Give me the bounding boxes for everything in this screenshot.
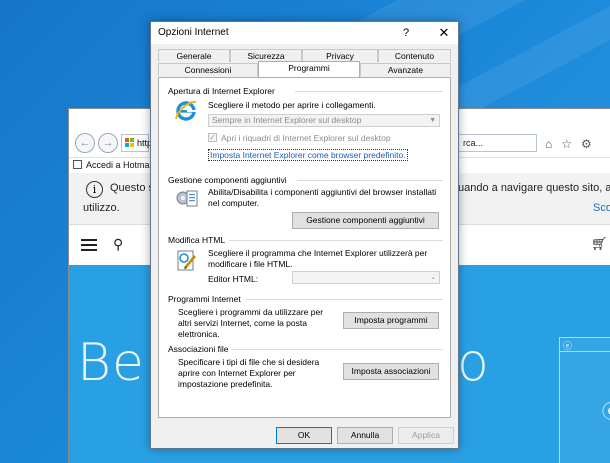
addons-description-line2: nel computer. — [208, 198, 260, 208]
search-box[interactable]: rca... — [457, 134, 537, 152]
tab-contenuto[interactable]: Contenuto — [378, 49, 451, 62]
group-divider — [232, 349, 443, 350]
group-divider — [229, 240, 443, 241]
illustration-window-bar: ⓔ — [560, 338, 610, 352]
html-editor-icon — [174, 248, 198, 272]
html-edit-description-line2: modificare i file HTML. — [208, 259, 293, 269]
info-icon: i — [86, 181, 103, 198]
home-icon[interactable]: ⌂ — [545, 137, 561, 151]
group-title-internet-programs: Programmi Internet — [168, 294, 241, 304]
addons-description-line1: Abilita/Disabilita i componenti aggiunti… — [208, 187, 437, 197]
programmi-tab-panel: Apertura di Internet Explorer Scegliere … — [158, 77, 451, 418]
file-assoc-description-line1: Specificare i tipi di file che si deside… — [178, 357, 320, 367]
internet-programs-description-line2: altri servizi Internet, come la posta — [178, 318, 307, 328]
back-icon[interactable]: ← — [75, 133, 95, 153]
chevron-down-icon: ⌄ — [430, 274, 436, 281]
cancel-button[interactable]: Annulla — [337, 427, 393, 444]
html-editor-select[interactable]: ⌄ — [292, 271, 440, 284]
search-icon[interactable]: ⚲ — [113, 236, 123, 253]
open-tiles-checkbox-label: Apri i riquadri di Internet Explorer sul… — [221, 133, 391, 143]
ie-logo-icon: ⓔ — [563, 341, 573, 351]
group-title-open-ie: Apertura di Internet Explorer — [168, 86, 275, 96]
notice-text-right: uando a navigare questo sito, acce — [458, 182, 610, 194]
dialog-title-bar[interactable]: Opzioni Internet ? ✕ — [151, 22, 458, 44]
group-divider — [297, 180, 443, 181]
open-ie-description: Scegliere il metodo per aprire i collega… — [208, 100, 376, 110]
internet-explorer-icon — [174, 99, 198, 123]
notice-learn-more-link[interactable]: Scop — [593, 202, 610, 214]
cart-icon[interactable]: 🛒︎ — [591, 236, 608, 252]
address-bar[interactable]: http — [121, 134, 152, 152]
tab-avanzate[interactable]: Avanzate — [360, 63, 451, 76]
set-default-browser-link[interactable]: Imposta Internet Explorer come browser p… — [208, 149, 408, 161]
notice-text-line2: utilizzo. — [83, 202, 120, 214]
chevron-down-icon: ▼ — [429, 117, 436, 124]
gear-icon[interactable]: ⚙ — [581, 137, 601, 151]
dialog-title: Opzioni Internet — [158, 27, 229, 38]
file-assoc-description-line2: aprire con Internet Explorer per — [178, 368, 296, 378]
internet-programs-description-line3: elettronica. — [178, 329, 220, 339]
forward-icon[interactable]: → — [98, 133, 118, 153]
open-tiles-checkbox[interactable]: ✓ — [208, 133, 217, 142]
hamburger-menu-icon[interactable] — [81, 239, 97, 251]
illustration-icon: ⓔ — [602, 398, 610, 424]
group-title-file-associations: Associazioni file — [168, 344, 229, 354]
manage-addons-button[interactable]: Gestione componenti aggiuntivi — [292, 212, 439, 229]
open-links-select[interactable]: Sempre in Internet Explorer sul desktop … — [208, 114, 440, 127]
apply-button[interactable]: Applica — [398, 427, 454, 444]
group-title-addons: Gestione componenti aggiuntivi — [168, 175, 287, 185]
group-title-html-edit: Modifica HTML — [168, 235, 226, 245]
close-button[interactable]: ✕ — [429, 22, 459, 44]
ie-toolbar-icons: ⌂☆⚙ — [545, 137, 601, 151]
favorites-item[interactable]: Accedi a Hotma — [73, 160, 150, 170]
file-assoc-description-line3: impostazione predefinita. — [178, 379, 273, 389]
illustration-window: ⓔ ⓔ — [559, 337, 610, 463]
favorites-item-label: Accedi a Hotma — [86, 160, 150, 170]
html-edit-description-line1: Scegliere il programma che Internet Expl… — [208, 248, 428, 258]
help-button[interactable]: ? — [391, 22, 421, 44]
search-text: rca... — [463, 138, 484, 148]
ok-button[interactable]: OK — [276, 427, 332, 444]
star-icon[interactable]: ☆ — [561, 137, 581, 151]
microsoft-logo-icon — [125, 138, 135, 148]
addons-manager-icon — [174, 186, 198, 210]
tab-generale[interactable]: Generale — [158, 49, 230, 62]
html-editor-label: Editor HTML: — [208, 274, 259, 284]
internet-programs-description-line1: Scegliere i programmi da utilizzare per — [178, 307, 324, 317]
hero-text-right: o — [457, 333, 490, 393]
open-links-select-value: Sempre in Internet Explorer sul desktop — [212, 115, 362, 125]
tab-programmi[interactable]: Programmi — [258, 61, 360, 77]
group-divider — [246, 299, 443, 300]
group-divider — [295, 91, 443, 92]
tab-connessioni[interactable]: Connessioni — [158, 63, 258, 76]
page-icon — [73, 160, 82, 169]
set-associations-button[interactable]: Imposta associazioni — [343, 363, 439, 380]
set-programs-button[interactable]: Imposta programmi — [343, 312, 439, 329]
internet-options-dialog: Opzioni Internet ? ✕ Generale Sicurezza … — [150, 21, 459, 449]
